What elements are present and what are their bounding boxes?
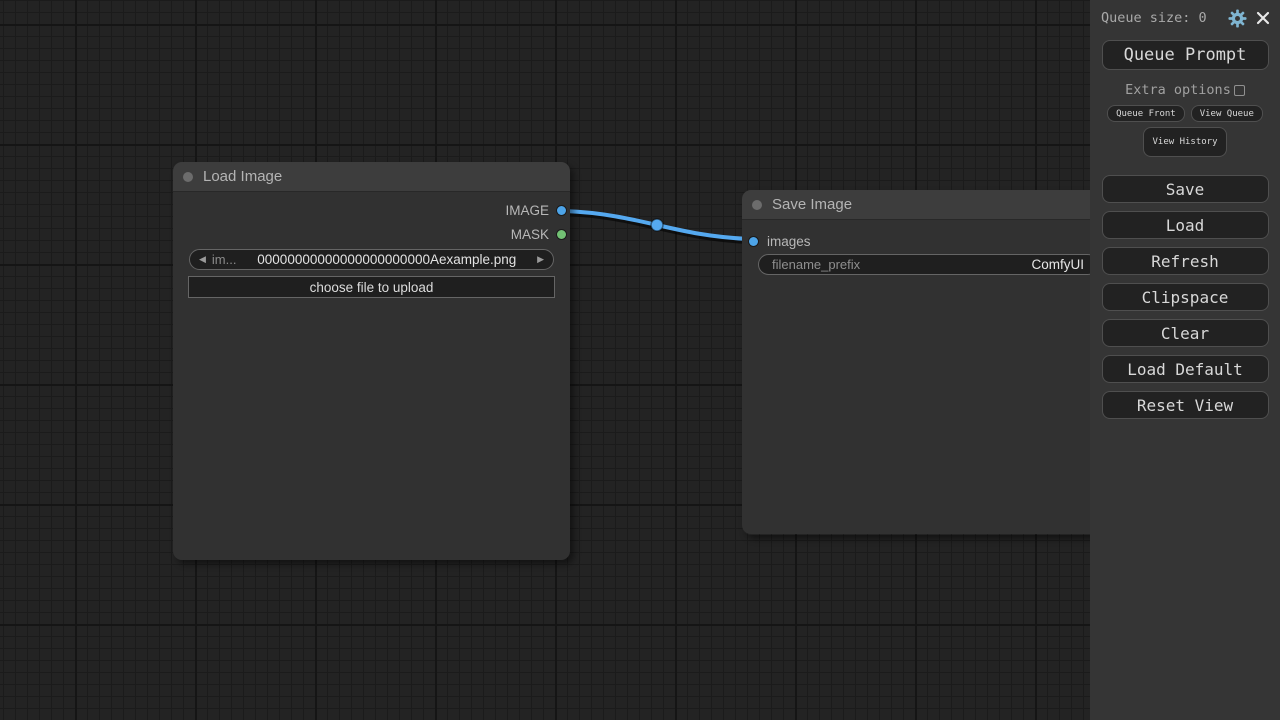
link-midpoint-dot[interactable] [651,219,663,231]
input-dot-images[interactable] [749,237,758,246]
load-button[interactable]: Load [1102,211,1269,239]
reset-view-button[interactable]: Reset View [1102,391,1269,419]
queue-size-label: Queue size: 0 [1101,10,1207,26]
combo-next-icon[interactable]: ▶ [537,255,544,264]
graph-canvas[interactable]: Load Image IMAGE MASK ◀ im... 0000000000… [0,0,1280,720]
node-save-image[interactable]: Save Image images filename_prefix ComfyU… [742,190,1102,535]
input-slot-images-label: images [767,234,811,249]
filename-prefix-label: filename_prefix [772,257,860,272]
node-load-image-body: IMAGE MASK ◀ im... 000000000000000000000… [173,192,570,560]
combo-prev-icon[interactable]: ◀ [199,255,206,264]
input-slot-images[interactable]: images [749,234,811,249]
output-slot-image[interactable]: IMAGE [505,203,566,218]
close-menu-icon[interactable] [1256,11,1270,25]
save-button[interactable]: Save [1102,175,1269,203]
refresh-button[interactable]: Refresh [1102,247,1269,275]
output-slot-image-label: IMAGE [505,203,549,218]
link-shadow [565,213,749,241]
link-image-to-images [565,211,749,239]
view-queue-button[interactable]: View Queue [1191,105,1263,122]
combo-param-name: im... [212,252,237,267]
queue-header: Queue size: 0 [1090,2,1280,34]
image-file-combo[interactable]: ◀ im... 00000000000000000000000Aexample.… [189,249,554,270]
filename-prefix-field[interactable]: filename_prefix ComfyUI [758,254,1098,275]
comfy-menu: Queue size: 0 [1090,0,1280,720]
node-save-image-titlebar[interactable]: Save Image [742,190,1102,220]
output-slot-mask-label: MASK [511,227,549,242]
extra-options-checkbox[interactable] [1234,85,1245,96]
queue-prompt-button[interactable]: Queue Prompt [1102,40,1269,70]
queue-actions-row: Queue Front View Queue [1107,105,1263,122]
clipspace-button[interactable]: Clipspace [1102,283,1269,311]
extra-options-label: Extra options [1125,82,1231,98]
node-load-image-titlebar[interactable]: Load Image [173,162,570,192]
view-history-button[interactable]: View History [1143,127,1227,157]
filename-prefix-value: ComfyUI [1031,257,1084,272]
output-slot-mask[interactable]: MASK [511,227,566,242]
node-load-image[interactable]: Load Image IMAGE MASK ◀ im... 0000000000… [173,162,570,560]
settings-gear-icon[interactable] [1228,9,1247,28]
queue-front-button[interactable]: Queue Front [1107,105,1185,122]
output-dot-mask[interactable] [557,230,566,239]
extra-options-row: Extra options [1125,82,1245,98]
clear-button[interactable]: Clear [1102,319,1269,347]
load-default-button[interactable]: Load Default [1102,355,1269,383]
combo-selected-value: 00000000000000000000000Aexample.png [236,252,537,267]
collapse-dot-icon[interactable] [183,172,193,182]
node-title: Save Image [772,196,852,213]
node-save-image-body: images filename_prefix ComfyUI [742,220,1102,534]
output-dot-image[interactable] [557,206,566,215]
queue-size-value: 0 [1199,10,1207,26]
node-title: Load Image [203,168,282,185]
collapse-dot-icon[interactable] [752,200,762,210]
choose-file-button[interactable]: choose file to upload [188,276,555,298]
